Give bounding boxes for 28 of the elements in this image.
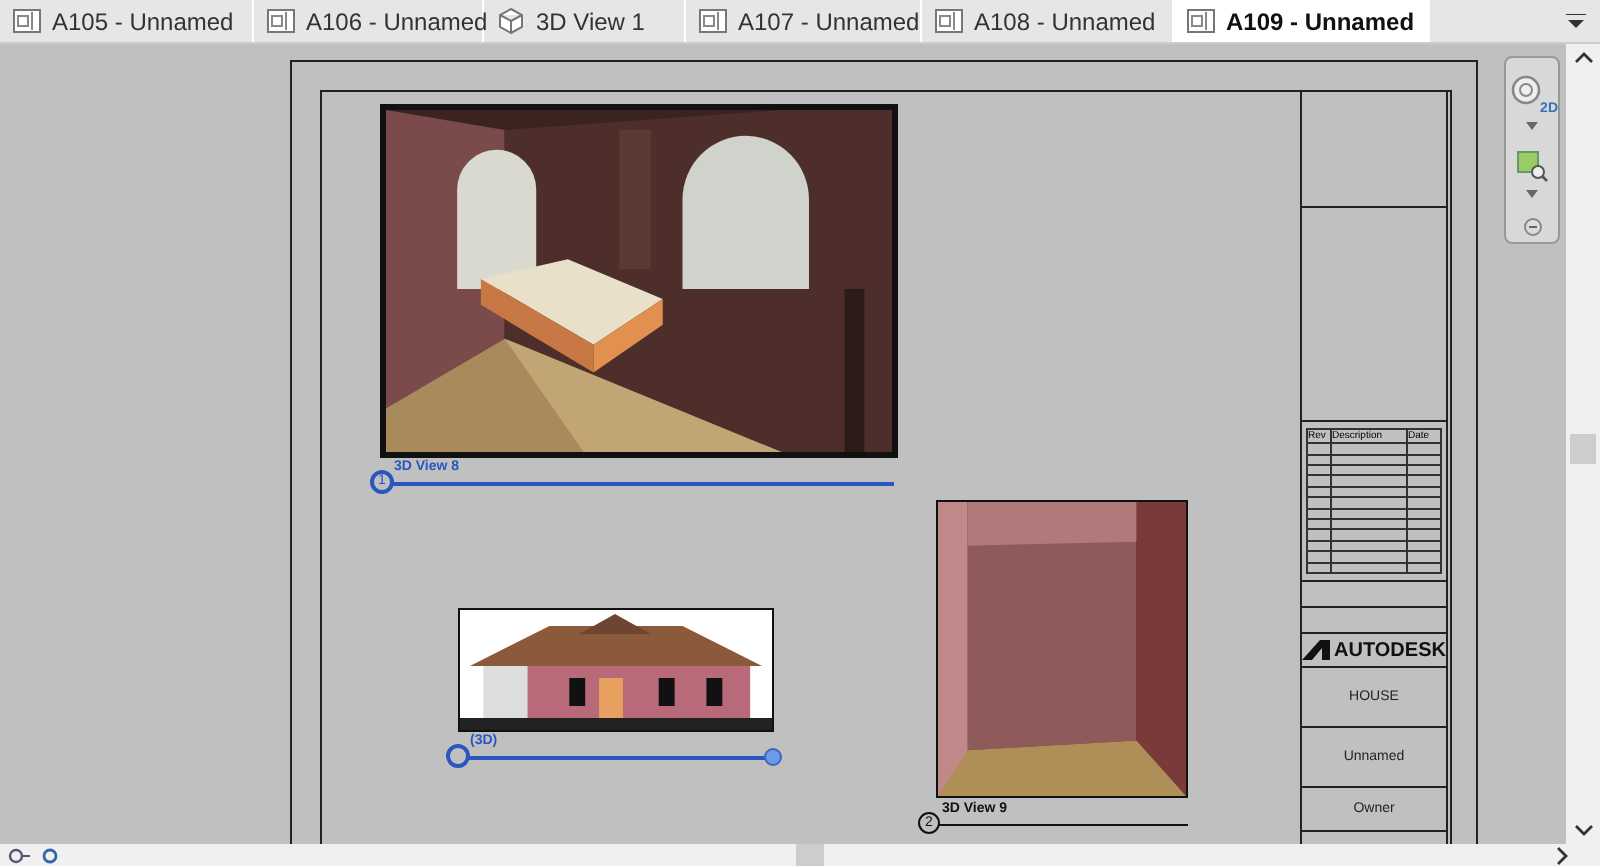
scroll-up-icon[interactable]: [1573, 52, 1593, 64]
tab[interactable]: A105 - Unnamed: [0, 0, 254, 42]
tab[interactable]: 3D View 1: [484, 0, 686, 42]
detail-level-icon[interactable]: [40, 845, 60, 865]
cube-icon: [496, 6, 526, 36]
scroll-down-icon[interactable]: [1573, 824, 1593, 836]
company-logo: AUTODESK: [1334, 639, 1446, 661]
dropdown-icon[interactable]: [1566, 14, 1586, 30]
zoom-icon[interactable]: [1516, 150, 1548, 182]
wheel-icon: [1510, 74, 1542, 106]
grip-handle[interactable]: [764, 748, 782, 766]
sheet-icon: [266, 6, 296, 36]
tab[interactable]: A107 - Unnamed: [686, 0, 922, 42]
sheet-icon: [12, 6, 42, 36]
tab[interactable]: A108 - Unnamed: [922, 0, 1174, 42]
scroll-right-icon[interactable]: [1556, 845, 1568, 865]
sheet-icon: [698, 6, 728, 36]
tab[interactable]: A109 - Unnamed: [1174, 0, 1430, 42]
sheet-icon: [1186, 6, 1216, 36]
scale-icon[interactable]: [8, 845, 32, 865]
scroll-thumb[interactable]: [796, 844, 824, 866]
scroll-thumb[interactable]: [1570, 434, 1596, 464]
collapse-icon[interactable]: [1523, 218, 1541, 236]
tab[interactable]: A106 - Unnamed: [254, 0, 484, 42]
caret-icon[interactable]: [1526, 190, 1538, 198]
logo-icon: [1302, 640, 1331, 660]
sheet-icon: [934, 6, 964, 36]
caret-icon[interactable]: [1526, 122, 1538, 130]
